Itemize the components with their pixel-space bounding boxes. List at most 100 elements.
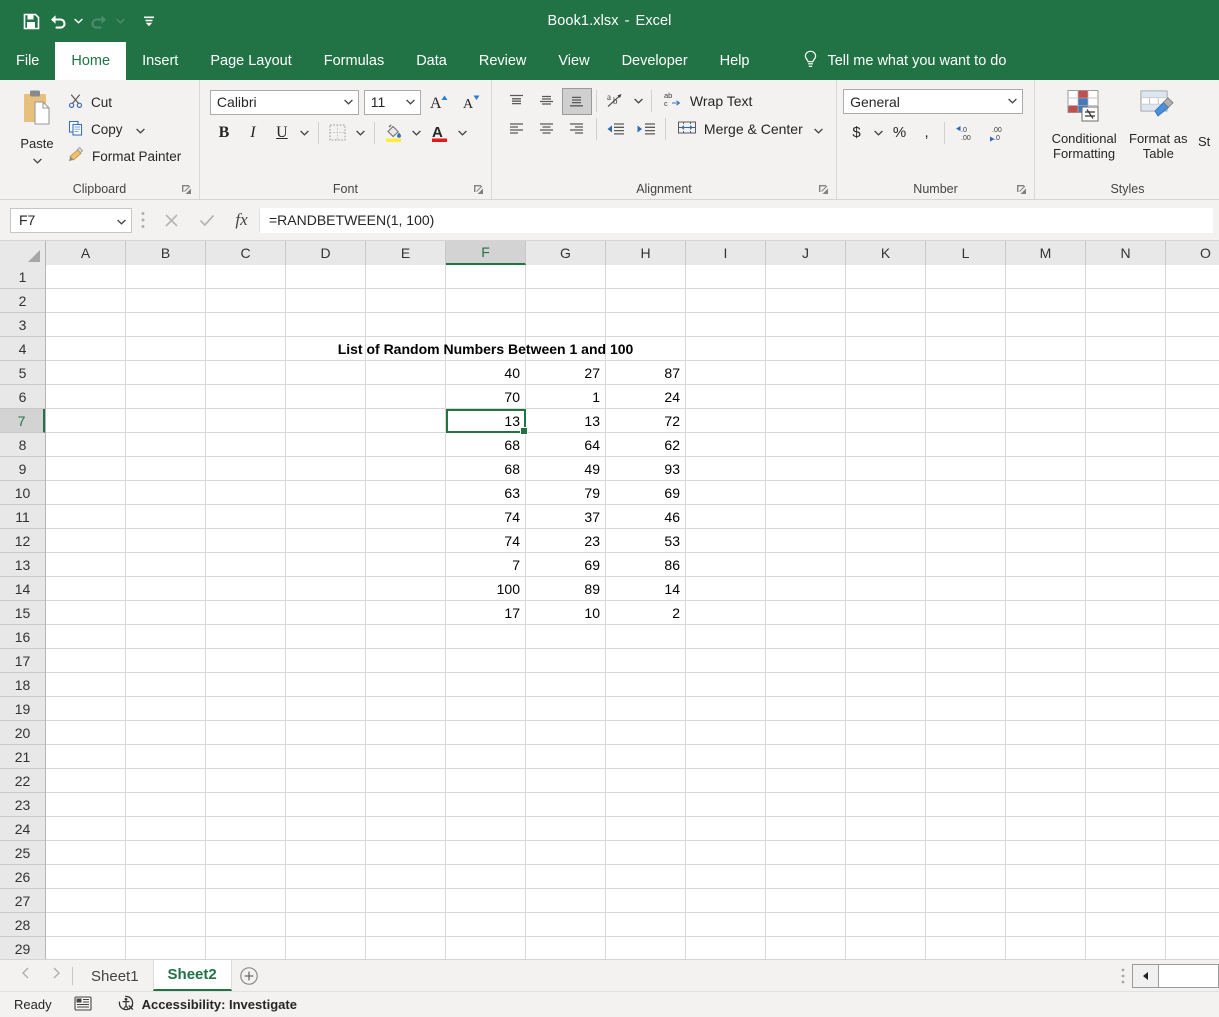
cell-M11[interactable] <box>1006 505 1086 529</box>
cell-D12[interactable] <box>286 529 366 553</box>
cell-D6[interactable] <box>286 385 366 409</box>
cell-F20[interactable] <box>446 721 526 745</box>
cell-H7[interactable]: 72 <box>606 409 686 433</box>
cell-E22[interactable] <box>366 769 446 793</box>
cell-J5[interactable] <box>766 361 846 385</box>
fill-color-button[interactable] <box>380 119 408 146</box>
increase-decimal-button[interactable]: .0.00 <box>949 119 983 146</box>
cell-N20[interactable] <box>1086 721 1166 745</box>
cell-M6[interactable] <box>1006 385 1086 409</box>
row-header-13[interactable]: 13 <box>0 553 45 577</box>
cell-L10[interactable] <box>926 481 1006 505</box>
add-sheet-icon[interactable] <box>232 961 266 991</box>
sheet-tab-sheet1[interactable]: Sheet1 <box>77 961 153 991</box>
cell-A7[interactable] <box>46 409 126 433</box>
cell-O29[interactable] <box>1166 937 1219 959</box>
row-header-26[interactable]: 26 <box>0 865 45 889</box>
row-header-23[interactable]: 23 <box>0 793 45 817</box>
font-dialog-launcher-icon[interactable] <box>472 183 485 196</box>
cell-A12[interactable] <box>46 529 126 553</box>
cell-I2[interactable] <box>686 289 766 313</box>
cell-I27[interactable] <box>686 889 766 913</box>
cell-B22[interactable] <box>126 769 206 793</box>
cell-N16[interactable] <box>1086 625 1166 649</box>
font-name-combo[interactable]: Calibri <box>210 90 359 115</box>
orientation-dropdown-icon[interactable] <box>631 88 647 115</box>
cell-B17[interactable] <box>126 649 206 673</box>
cell-N9[interactable] <box>1086 457 1166 481</box>
cell-L23[interactable] <box>926 793 1006 817</box>
cell-B16[interactable] <box>126 625 206 649</box>
cell-E20[interactable] <box>366 721 446 745</box>
cell-F3[interactable] <box>446 313 526 337</box>
cell-G7[interactable]: 13 <box>526 409 606 433</box>
cell-C20[interactable] <box>206 721 286 745</box>
cell-E8[interactable] <box>366 433 446 457</box>
cell-D29[interactable] <box>286 937 366 959</box>
cell-I29[interactable] <box>686 937 766 959</box>
cell-C22[interactable] <box>206 769 286 793</box>
accessibility-button[interactable]: Accessibility: Investigate <box>92 995 297 1015</box>
cell-C3[interactable] <box>206 313 286 337</box>
cell-I13[interactable] <box>686 553 766 577</box>
cell-I1[interactable] <box>686 265 766 289</box>
cell-I14[interactable] <box>686 577 766 601</box>
alignment-dialog-launcher-icon[interactable] <box>817 183 830 196</box>
cell-C24[interactable] <box>206 817 286 841</box>
cell-C7[interactable] <box>206 409 286 433</box>
cell-E3[interactable] <box>366 313 446 337</box>
cell-C11[interactable] <box>206 505 286 529</box>
cell-M10[interactable] <box>1006 481 1086 505</box>
tab-developer[interactable]: Developer <box>606 42 704 80</box>
cell-E6[interactable] <box>366 385 446 409</box>
cell-M17[interactable] <box>1006 649 1086 673</box>
row-header-27[interactable]: 27 <box>0 889 45 913</box>
cell-B2[interactable] <box>126 289 206 313</box>
tab-help[interactable]: Help <box>704 42 766 80</box>
cell-K12[interactable] <box>846 529 926 553</box>
cell-C27[interactable] <box>206 889 286 913</box>
cell-L1[interactable] <box>926 265 1006 289</box>
horizontal-scrollbar[interactable] <box>1114 961 1219 991</box>
cell-G13[interactable]: 69 <box>526 553 606 577</box>
cell-H10[interactable]: 69 <box>606 481 686 505</box>
cell-F26[interactable] <box>446 865 526 889</box>
cell-O15[interactable] <box>1166 601 1219 625</box>
cell-N17[interactable] <box>1086 649 1166 673</box>
cell-O26[interactable] <box>1166 865 1219 889</box>
scrollbar-track[interactable] <box>1159 964 1219 988</box>
cell-A11[interactable] <box>46 505 126 529</box>
cell-N7[interactable] <box>1086 409 1166 433</box>
cell-C5[interactable] <box>206 361 286 385</box>
cell-A22[interactable] <box>46 769 126 793</box>
cell-B26[interactable] <box>126 865 206 889</box>
cell-I21[interactable] <box>686 745 766 769</box>
column-header-d[interactable]: D <box>286 241 366 265</box>
cell-M9[interactable] <box>1006 457 1086 481</box>
cell-I10[interactable] <box>686 481 766 505</box>
cell-H19[interactable] <box>606 697 686 721</box>
cell-I7[interactable] <box>686 409 766 433</box>
cell-C13[interactable] <box>206 553 286 577</box>
cell-K6[interactable] <box>846 385 926 409</box>
cell-B29[interactable] <box>126 937 206 959</box>
cell-M5[interactable] <box>1006 361 1086 385</box>
cell-J18[interactable] <box>766 673 846 697</box>
cell-B9[interactable] <box>126 457 206 481</box>
cell-F28[interactable] <box>446 913 526 937</box>
cell-G16[interactable] <box>526 625 606 649</box>
tab-home[interactable]: Home <box>55 42 126 80</box>
cell-J8[interactable] <box>766 433 846 457</box>
row-header-9[interactable]: 9 <box>0 457 45 481</box>
cell-L22[interactable] <box>926 769 1006 793</box>
previous-sheet-icon[interactable] <box>20 966 32 984</box>
cell-F9[interactable]: 68 <box>446 457 526 481</box>
cell-O2[interactable] <box>1166 289 1219 313</box>
cell-E14[interactable] <box>366 577 446 601</box>
column-header-e[interactable]: E <box>366 241 446 265</box>
cell-E27[interactable] <box>366 889 446 913</box>
cell-F11[interactable]: 74 <box>446 505 526 529</box>
cell-N22[interactable] <box>1086 769 1166 793</box>
cell-F19[interactable] <box>446 697 526 721</box>
cell-K17[interactable] <box>846 649 926 673</box>
